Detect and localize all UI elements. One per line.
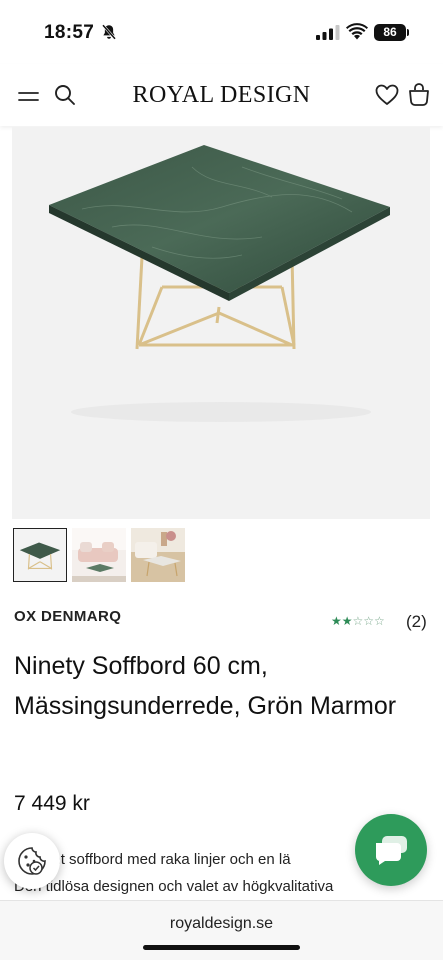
table-illustration: [49, 145, 390, 422]
chat-bubble-icon: [376, 836, 407, 865]
thumbnail-3[interactable]: [131, 528, 185, 582]
battery-icon: 86: [374, 24, 406, 41]
status-time: 18:57: [44, 22, 95, 43]
url-label[interactable]: royaldesign.se: [0, 915, 443, 933]
battery-tip: [407, 29, 409, 36]
wifi-icon: [346, 23, 368, 40]
site-header: ROYAL DESIGN: [0, 64, 443, 126]
thumbnail-1[interactable]: [13, 528, 67, 582]
browser-address-bar[interactable]: royaldesign.se: [0, 900, 443, 960]
rating-stars[interactable]: ★★☆☆☆: [331, 614, 385, 628]
bell-slash-icon: [102, 24, 116, 40]
cookie-settings-button[interactable]: [4, 833, 60, 889]
stars-empty: ☆☆☆: [352, 614, 385, 628]
status-bar: 18:57 86: [0, 0, 443, 64]
product-title: Ninety Soffbord 60 cm, Mässingsunderrede…: [14, 652, 397, 720]
shopping-bag-icon[interactable]: [406, 81, 432, 107]
home-indicator[interactable]: [143, 945, 300, 950]
product-price: 7 449 kr: [14, 792, 90, 815]
review-count[interactable]: (2): [406, 612, 427, 632]
product-image[interactable]: [12, 127, 430, 519]
stars-filled: ★★: [331, 614, 353, 628]
heart-icon[interactable]: [374, 82, 400, 108]
cookie-icon: [18, 847, 46, 875]
thumbnail-2[interactable]: [72, 528, 126, 582]
brand-name[interactable]: OX DENMARQ: [14, 608, 121, 625]
signal-icon: [316, 25, 340, 40]
chat-button[interactable]: [355, 814, 427, 886]
